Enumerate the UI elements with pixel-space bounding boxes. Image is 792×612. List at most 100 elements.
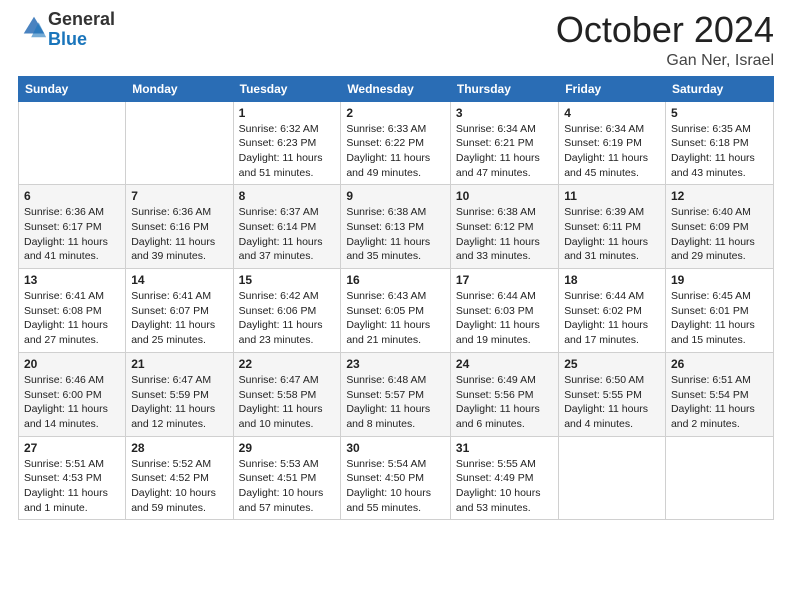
day-number: 14 bbox=[131, 273, 227, 287]
table-row: 14Sunrise: 6:41 AM Sunset: 6:07 PM Dayli… bbox=[126, 269, 233, 353]
day-info: Sunrise: 5:54 AM Sunset: 4:50 PM Dayligh… bbox=[346, 457, 445, 516]
day-info: Sunrise: 5:53 AM Sunset: 4:51 PM Dayligh… bbox=[239, 457, 336, 516]
day-number: 15 bbox=[239, 273, 336, 287]
calendar-header-row: Sunday Monday Tuesday Wednesday Thursday… bbox=[19, 76, 774, 101]
day-info: Sunrise: 6:44 AM Sunset: 6:03 PM Dayligh… bbox=[456, 289, 553, 348]
day-number: 6 bbox=[24, 189, 120, 203]
day-number: 16 bbox=[346, 273, 445, 287]
table-row: 7 Sunrise: 6:36 AM Sunset: 6:16 PM Daylig… bbox=[126, 185, 233, 269]
table-row: 17Sunrise: 6:44 AM Sunset: 6:03 PM Dayli… bbox=[450, 269, 558, 353]
logo-blue-text: Blue bbox=[48, 29, 87, 49]
table-row: 8 Sunrise: 6:37 AM Sunset: 6:14 PM Daylig… bbox=[233, 185, 341, 269]
header: General Blue October 2024 Gan Ner, Israe… bbox=[18, 10, 774, 70]
day-info: Sunrise: 6:46 AM Sunset: 6:00 PM Dayligh… bbox=[24, 373, 120, 432]
table-row: 6 Sunrise: 6:36 AM Sunset: 6:17 PM Daylig… bbox=[19, 185, 126, 269]
col-monday: Monday bbox=[126, 76, 233, 101]
table-row: 12 Sunrise: 6:40 AM Sunset: 6:09 PM Dayli… bbox=[665, 185, 773, 269]
day-number: 29 bbox=[239, 441, 336, 455]
table-row: 27Sunrise: 5:51 AM Sunset: 4:53 PM Dayli… bbox=[19, 436, 126, 520]
day-info: Sunrise: 6:45 AM Sunset: 6:01 PM Dayligh… bbox=[671, 289, 768, 348]
calendar-week-row: 1Sunrise: 6:32 AM Sunset: 6:23 PM Daylig… bbox=[19, 101, 774, 185]
day-info: Sunrise: 5:52 AM Sunset: 4:52 PM Dayligh… bbox=[131, 457, 227, 516]
day-info: Sunrise: 6:39 AM Sunset: 6:11 PM Dayligh… bbox=[564, 205, 660, 264]
calendar-table: Sunday Monday Tuesday Wednesday Thursday… bbox=[18, 76, 774, 521]
day-info: Sunrise: 6:32 AM Sunset: 6:23 PM Dayligh… bbox=[239, 122, 336, 181]
day-number: 22 bbox=[239, 357, 336, 371]
day-info: Sunrise: 6:51 AM Sunset: 5:54 PM Dayligh… bbox=[671, 373, 768, 432]
day-number: 28 bbox=[131, 441, 227, 455]
col-tuesday: Tuesday bbox=[233, 76, 341, 101]
table-row bbox=[126, 101, 233, 185]
table-row: 5Sunrise: 6:35 AM Sunset: 6:18 PM Daylig… bbox=[665, 101, 773, 185]
day-number: 25 bbox=[564, 357, 660, 371]
calendar-week-row: 27Sunrise: 5:51 AM Sunset: 4:53 PM Dayli… bbox=[19, 436, 774, 520]
day-number: 18 bbox=[564, 273, 660, 287]
day-info: Sunrise: 6:47 AM Sunset: 5:59 PM Dayligh… bbox=[131, 373, 227, 432]
day-number: 24 bbox=[456, 357, 553, 371]
table-row: 23 Sunrise: 6:48 AM Sunset: 5:57 PM Dayli… bbox=[341, 352, 451, 436]
title-block: October 2024 Gan Ner, Israel bbox=[556, 10, 774, 70]
day-info: Sunrise: 6:38 AM Sunset: 6:13 PM Dayligh… bbox=[346, 205, 445, 264]
day-number: 12 bbox=[671, 189, 768, 203]
day-info: Sunrise: 6:47 AM Sunset: 5:58 PM Dayligh… bbox=[239, 373, 336, 432]
day-info: Sunrise: 6:36 AM Sunset: 6:17 PM Dayligh… bbox=[24, 205, 120, 264]
table-row: 19Sunrise: 6:45 AM Sunset: 6:01 PM Dayli… bbox=[665, 269, 773, 353]
calendar-week-row: 6 Sunrise: 6:36 AM Sunset: 6:17 PM Daylig… bbox=[19, 185, 774, 269]
day-info: Sunrise: 6:49 AM Sunset: 5:56 PM Dayligh… bbox=[456, 373, 553, 432]
day-info: Sunrise: 6:44 AM Sunset: 6:02 PM Dayligh… bbox=[564, 289, 660, 348]
day-info: Sunrise: 6:36 AM Sunset: 6:16 PM Dayligh… bbox=[131, 205, 227, 264]
day-info: Sunrise: 6:33 AM Sunset: 6:22 PM Dayligh… bbox=[346, 122, 445, 181]
day-info: Sunrise: 6:50 AM Sunset: 5:55 PM Dayligh… bbox=[564, 373, 660, 432]
day-info: Sunrise: 6:42 AM Sunset: 6:06 PM Dayligh… bbox=[239, 289, 336, 348]
day-info: Sunrise: 6:37 AM Sunset: 6:14 PM Dayligh… bbox=[239, 205, 336, 264]
table-row: 9 Sunrise: 6:38 AM Sunset: 6:13 PM Daylig… bbox=[341, 185, 451, 269]
day-number: 4 bbox=[564, 106, 660, 120]
day-number: 20 bbox=[24, 357, 120, 371]
col-thursday: Thursday bbox=[450, 76, 558, 101]
table-row: 11 Sunrise: 6:39 AM Sunset: 6:11 PM Dayli… bbox=[559, 185, 666, 269]
day-info: Sunrise: 6:40 AM Sunset: 6:09 PM Dayligh… bbox=[671, 205, 768, 264]
day-info: Sunrise: 6:48 AM Sunset: 5:57 PM Dayligh… bbox=[346, 373, 445, 432]
logo-icon bbox=[20, 13, 48, 41]
day-number: 5 bbox=[671, 106, 768, 120]
day-number: 2 bbox=[346, 106, 445, 120]
table-row: 3Sunrise: 6:34 AM Sunset: 6:21 PM Daylig… bbox=[450, 101, 558, 185]
day-info: Sunrise: 6:43 AM Sunset: 6:05 PM Dayligh… bbox=[346, 289, 445, 348]
table-row bbox=[665, 436, 773, 520]
page: General Blue October 2024 Gan Ner, Israe… bbox=[0, 0, 792, 612]
table-row: 16 Sunrise: 6:43 AM Sunset: 6:05 PM Dayli… bbox=[341, 269, 451, 353]
calendar-week-row: 20 Sunrise: 6:46 AM Sunset: 6:00 PM Dayli… bbox=[19, 352, 774, 436]
day-number: 8 bbox=[239, 189, 336, 203]
table-row: 29 Sunrise: 5:53 AM Sunset: 4:51 PM Dayli… bbox=[233, 436, 341, 520]
day-number: 9 bbox=[346, 189, 445, 203]
table-row: 15 Sunrise: 6:42 AM Sunset: 6:06 PM Dayli… bbox=[233, 269, 341, 353]
day-number: 26 bbox=[671, 357, 768, 371]
table-row: 30 Sunrise: 5:54 AM Sunset: 4:50 PM Dayli… bbox=[341, 436, 451, 520]
day-info: Sunrise: 6:34 AM Sunset: 6:19 PM Dayligh… bbox=[564, 122, 660, 181]
month-title: October 2024 bbox=[556, 10, 774, 50]
table-row: 18 Sunrise: 6:44 AM Sunset: 6:02 PM Dayli… bbox=[559, 269, 666, 353]
day-number: 31 bbox=[456, 441, 553, 455]
location-title: Gan Ner, Israel bbox=[556, 52, 774, 70]
col-sunday: Sunday bbox=[19, 76, 126, 101]
day-info: Sunrise: 5:55 AM Sunset: 4:49 PM Dayligh… bbox=[456, 457, 553, 516]
col-friday: Friday bbox=[559, 76, 666, 101]
day-number: 7 bbox=[131, 189, 227, 203]
table-row: 1Sunrise: 6:32 AM Sunset: 6:23 PM Daylig… bbox=[233, 101, 341, 185]
table-row: 24 Sunrise: 6:49 AM Sunset: 5:56 PM Dayli… bbox=[450, 352, 558, 436]
table-row: 4 Sunrise: 6:34 AM Sunset: 6:19 PM Daylig… bbox=[559, 101, 666, 185]
day-number: 11 bbox=[564, 189, 660, 203]
col-saturday: Saturday bbox=[665, 76, 773, 101]
day-info: Sunrise: 6:38 AM Sunset: 6:12 PM Dayligh… bbox=[456, 205, 553, 264]
table-row: 25 Sunrise: 6:50 AM Sunset: 5:55 PM Dayli… bbox=[559, 352, 666, 436]
calendar-week-row: 13Sunrise: 6:41 AM Sunset: 6:08 PM Dayli… bbox=[19, 269, 774, 353]
table-row: 13Sunrise: 6:41 AM Sunset: 6:08 PM Dayli… bbox=[19, 269, 126, 353]
day-number: 30 bbox=[346, 441, 445, 455]
table-row: 10Sunrise: 6:38 AM Sunset: 6:12 PM Dayli… bbox=[450, 185, 558, 269]
table-row bbox=[559, 436, 666, 520]
table-row: 26 Sunrise: 6:51 AM Sunset: 5:54 PM Dayli… bbox=[665, 352, 773, 436]
table-row: 2 Sunrise: 6:33 AM Sunset: 6:22 PM Daylig… bbox=[341, 101, 451, 185]
table-row: 28 Sunrise: 5:52 AM Sunset: 4:52 PM Dayli… bbox=[126, 436, 233, 520]
day-number: 23 bbox=[346, 357, 445, 371]
logo-general-text: General bbox=[48, 9, 115, 29]
